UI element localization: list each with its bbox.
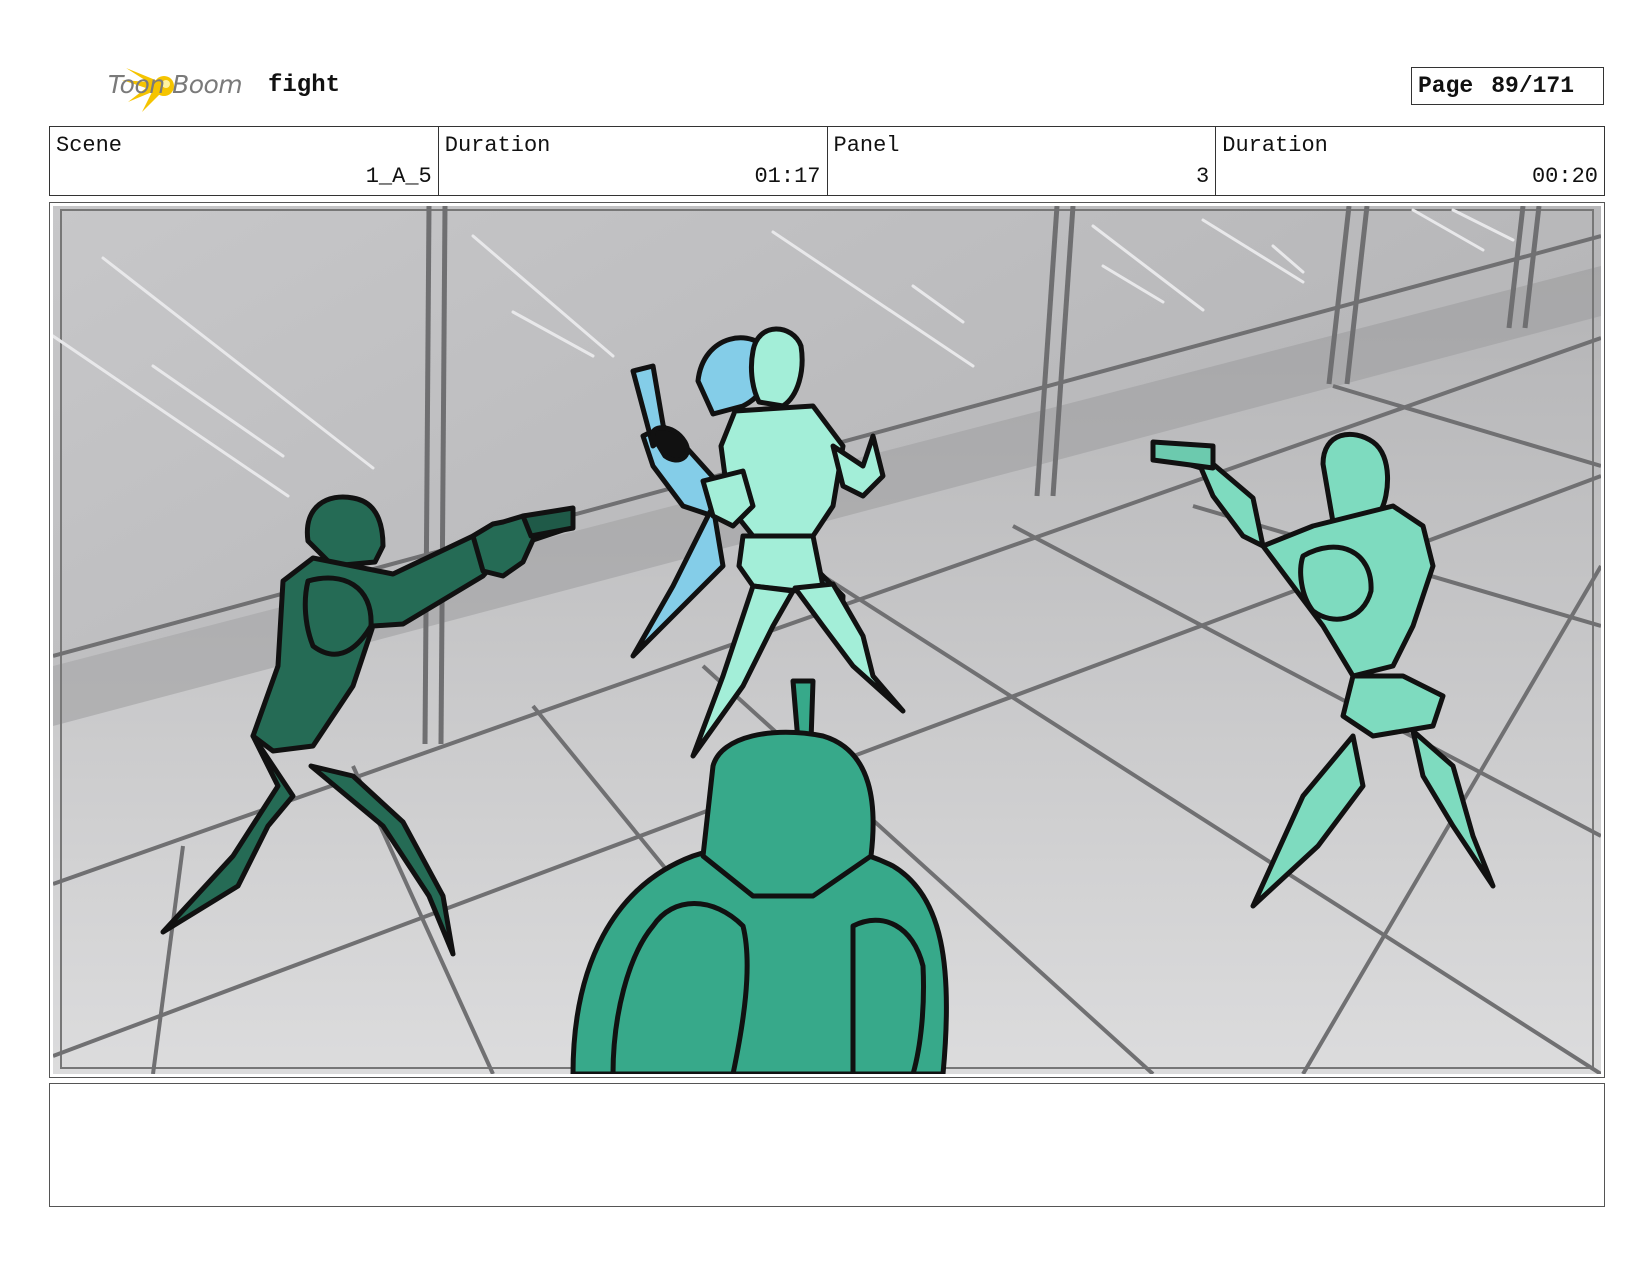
scene-label: Scene — [56, 133, 123, 158]
panel-duration-cell: Duration 00:20 — [1216, 127, 1604, 195]
panel-duration-label: Duration — [1222, 133, 1328, 158]
panel-cell: Panel 3 — [828, 127, 1217, 195]
panel-label: Panel — [833, 133, 900, 158]
panel-duration-value: 00:20 — [1531, 164, 1598, 189]
panel-illustration — [53, 206, 1601, 1074]
scene-info-table: Scene 1_A_5 Duration 01:17 Panel 3 Durat… — [49, 126, 1605, 196]
scene-duration-cell: Duration 01:17 — [439, 127, 828, 195]
scene-duration-label: Duration — [444, 133, 551, 158]
page-value: 89/171 — [1491, 73, 1575, 99]
storyboard-panel — [49, 202, 1605, 1078]
storyboard-title: fight — [268, 72, 341, 99]
panel-value: 3 — [1196, 164, 1210, 189]
panel-notes-box — [49, 1083, 1605, 1207]
scene-cell: Scene 1_A_5 — [50, 127, 439, 195]
scene-value: 1_A_5 — [365, 164, 432, 189]
page-label: Page — [1418, 73, 1474, 99]
scene-duration-value: 01:17 — [754, 164, 821, 189]
page-indicator: Page 89/171 — [1411, 67, 1604, 105]
logo-text: Toon Boom — [108, 70, 243, 99]
